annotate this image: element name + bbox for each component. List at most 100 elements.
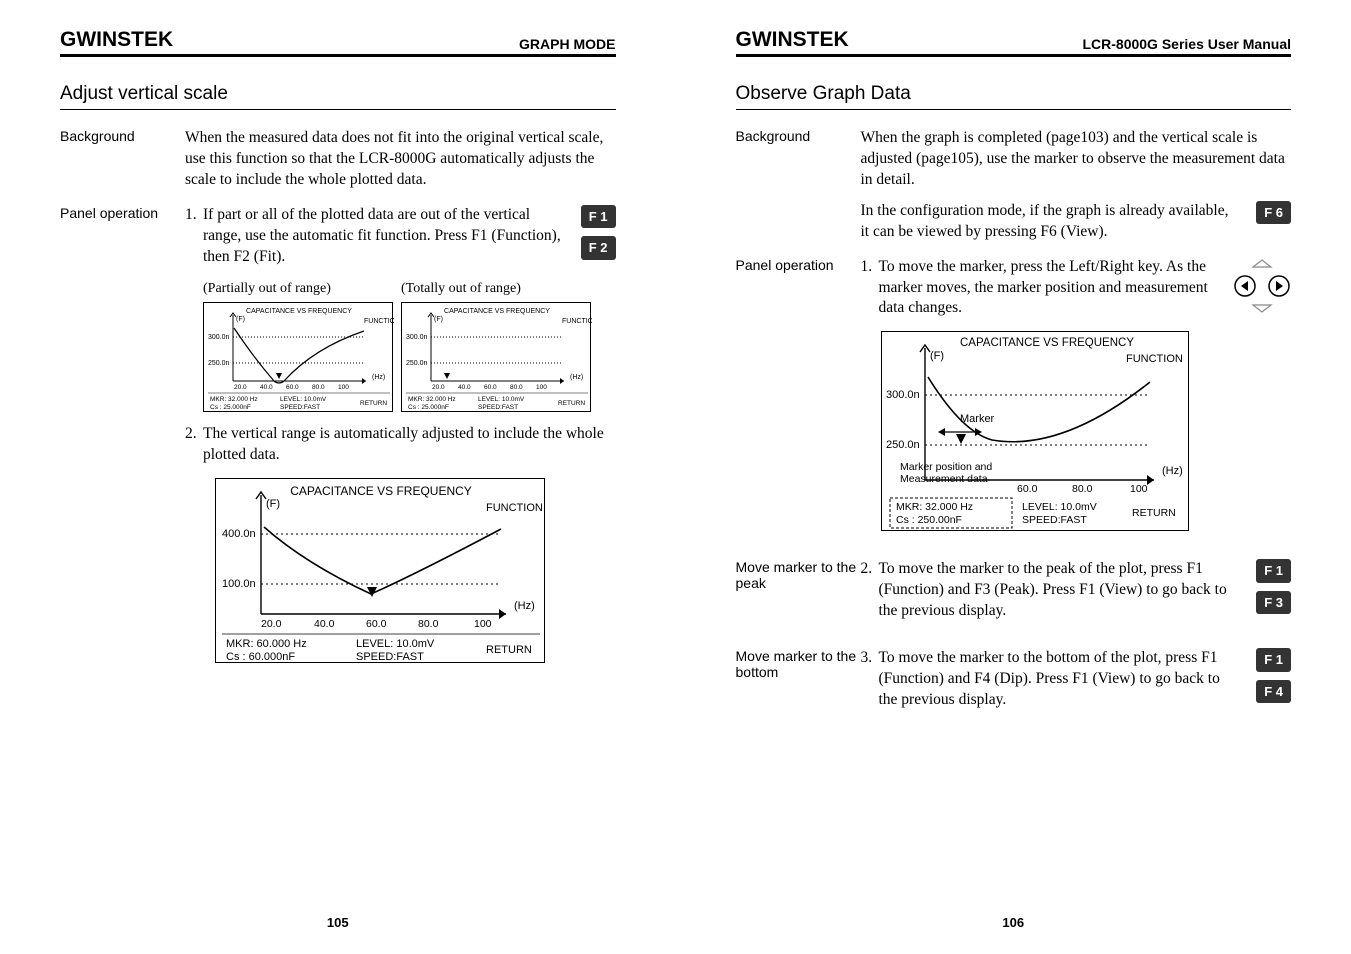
gl-xt0: 20.0	[261, 618, 282, 630]
fkey-stack-peak: F 1 F 3	[1256, 559, 1291, 614]
g1-func: FUNCTION	[364, 318, 394, 325]
graph-total: CAPACITANCE VS FREQUENCY (F) FUNCTION 30…	[401, 302, 591, 412]
g1-xt4: 100	[338, 384, 349, 391]
bottom-row: Move marker to the bottom F 1 F 4 3. To …	[736, 648, 1292, 723]
peak-content: F 1 F 3 2. To move the marker to the pea…	[861, 559, 1292, 634]
caption-partial: (Partially out of range)	[203, 280, 393, 299]
g1-title: CAPACITANCE VS FREQUENCY	[246, 308, 352, 315]
g1-lvl: LEVEL: 10.0mV	[280, 396, 327, 403]
g2-title: CAPACITANCE VS FREQUENCY	[444, 308, 550, 315]
go-func: FUNCTION	[1126, 353, 1183, 365]
peak-label: Move marker to the peak	[736, 559, 861, 634]
g2-xt1: 40.0	[458, 384, 471, 391]
go-xt2: 60.0	[1017, 483, 1038, 495]
caption-total: (Totally out of range)	[401, 280, 591, 299]
g2-xt3: 80.0	[510, 384, 523, 391]
g2-spd: SPEED:FAST	[478, 404, 518, 411]
gl-ret: RETURN	[486, 644, 532, 656]
g2-yunit: (F)	[434, 316, 443, 323]
gl-xt2: 60.0	[366, 618, 387, 630]
panel-op-row: Panel operation 1. To move the marker, p…	[736, 257, 1292, 532]
go-marker-lbl: Marker	[960, 413, 995, 425]
go-pos2: Measurement data	[900, 473, 988, 485]
step-3: 3. To move the marker to the bottom of t…	[861, 648, 1292, 711]
f4-key: F 4	[1256, 680, 1291, 704]
page-header: GWINSTEK LCR-8000G Series User Manual	[736, 28, 1292, 57]
f3-key: F 3	[1256, 591, 1291, 615]
g1-xt2: 60.0	[286, 384, 299, 391]
g2-mkr: MKR: 32.000 Hz	[408, 396, 456, 403]
f6-key: F 6	[1256, 201, 1291, 225]
step-1: 1. If part or all of the plotted data ar…	[185, 205, 616, 268]
g2-ret: RETURN	[558, 400, 585, 407]
step-2-text: The vertical range is automatically adju…	[203, 424, 616, 466]
g1-y1: 300.0n	[208, 334, 230, 341]
go-mkr: MKR: 32.000 Hz	[896, 501, 973, 513]
dpad-icon	[1233, 257, 1291, 315]
go-y2: 250.0n	[886, 439, 920, 451]
go-title: CAPACITANCE VS FREQUENCY	[959, 337, 1133, 349]
go-spd: SPEED:FAST	[1022, 514, 1087, 526]
step-1-text: To move the marker, press the Left/Right…	[879, 257, 1292, 320]
fkey-stack-bottom: F 1 F 4	[1256, 648, 1291, 703]
step-2-num: 2.	[861, 559, 879, 622]
g2-y1: 300.0n	[406, 334, 428, 341]
caption-row: (Partially out of range) (Totally out of…	[203, 280, 616, 299]
step-2-num: 2.	[185, 424, 203, 466]
g2-xt4: 100	[536, 384, 547, 391]
go-cs: Cs : 250.00nF	[896, 514, 962, 526]
graph-observe: CAPACITANCE VS FREQUENCY (F) FUNCTION 30…	[881, 331, 1189, 531]
background-row: Background When the measured data does n…	[60, 128, 616, 191]
gl-xt1: 40.0	[314, 618, 335, 630]
gl-lvl: LEVEL: 10.0mV	[356, 638, 435, 650]
step-3-num: 3.	[861, 648, 879, 711]
panel-op-row: Panel operation F 1 F 2 1. If part or al…	[60, 205, 616, 664]
f1-key: F 1	[581, 205, 616, 229]
g1-xt3: 80.0	[312, 384, 325, 391]
g1-xunit: (Hz)	[372, 374, 385, 381]
graph-partial: CAPACITANCE VS FREQUENCY (F) FUNCTION 30…	[203, 302, 393, 412]
step-1-text: If part or all of the plotted data are o…	[203, 205, 616, 268]
gl-xt3: 80.0	[418, 618, 439, 630]
go-y1: 300.0n	[886, 389, 920, 401]
background-text: When the graph is completed (page103) an…	[861, 128, 1292, 191]
gl-yunit: (F)	[266, 498, 280, 510]
go-xunit: (Hz)	[1162, 465, 1183, 477]
go-xt3: 80.0	[1072, 483, 1093, 495]
g2-cs: Cs : 25.000nF	[408, 404, 449, 411]
gl-xunit: (Hz)	[514, 600, 535, 612]
f1-key: F 1	[1256, 648, 1291, 672]
g2-xt0: 20.0	[432, 384, 445, 391]
f1-key: F 1	[1256, 559, 1291, 583]
g1-cs: Cs : 25.000nF	[210, 404, 251, 411]
f2-key: F 2	[581, 236, 616, 260]
section-title: Adjust vertical scale	[60, 83, 616, 110]
brand-logo: GWINSTEK	[736, 28, 849, 52]
brand-logo: GWINSTEK	[60, 28, 173, 52]
panel-op-content: F 1 F 2 1. If part or all of the plotted…	[185, 205, 616, 664]
header-manual: LCR-8000G Series User Manual	[1082, 36, 1291, 52]
background-content: When the graph is completed (page103) an…	[861, 128, 1292, 243]
gl-func: FUNCTION	[486, 502, 543, 514]
step-2-text: To move the marker to the peak of the pl…	[879, 559, 1292, 622]
peak-row: Move marker to the peak F 1 F 3 2. To mo…	[736, 559, 1292, 634]
go-ret: RETURN	[1132, 507, 1176, 519]
gl-cs: Cs : 60.000nF	[226, 651, 295, 663]
g1-spd: SPEED:FAST	[280, 404, 320, 411]
background-text: When the measured data does not fit into…	[185, 128, 616, 191]
g1-y2: 250.0n	[208, 360, 230, 367]
page-left: GWINSTEK GRAPH MODE Adjust vertical scal…	[0, 0, 676, 954]
go-xt4: 100	[1130, 483, 1148, 495]
gl-spd: SPEED:FAST	[356, 651, 424, 663]
graph-fitted: CAPACITANCE VS FREQUENCY (F) FUNCTION 40…	[215, 478, 545, 663]
g2-xunit: (Hz)	[570, 374, 583, 381]
bottom-label: Move marker to the bottom	[736, 648, 861, 723]
step-2: 2. The vertical range is automatically a…	[185, 424, 616, 466]
gl-y1: 400.0n	[222, 528, 256, 540]
g2-xt2: 60.0	[484, 384, 497, 391]
g2-func: FUNCTION	[562, 318, 592, 325]
fkey-stack: F 1 F 2	[581, 205, 616, 260]
gl-mkr: MKR: 60.000 Hz	[226, 638, 307, 650]
go-lvl: LEVEL: 10.0mV	[1022, 501, 1097, 513]
panel-op-content: 1. To move the marker, press the Left/Ri…	[861, 257, 1292, 532]
